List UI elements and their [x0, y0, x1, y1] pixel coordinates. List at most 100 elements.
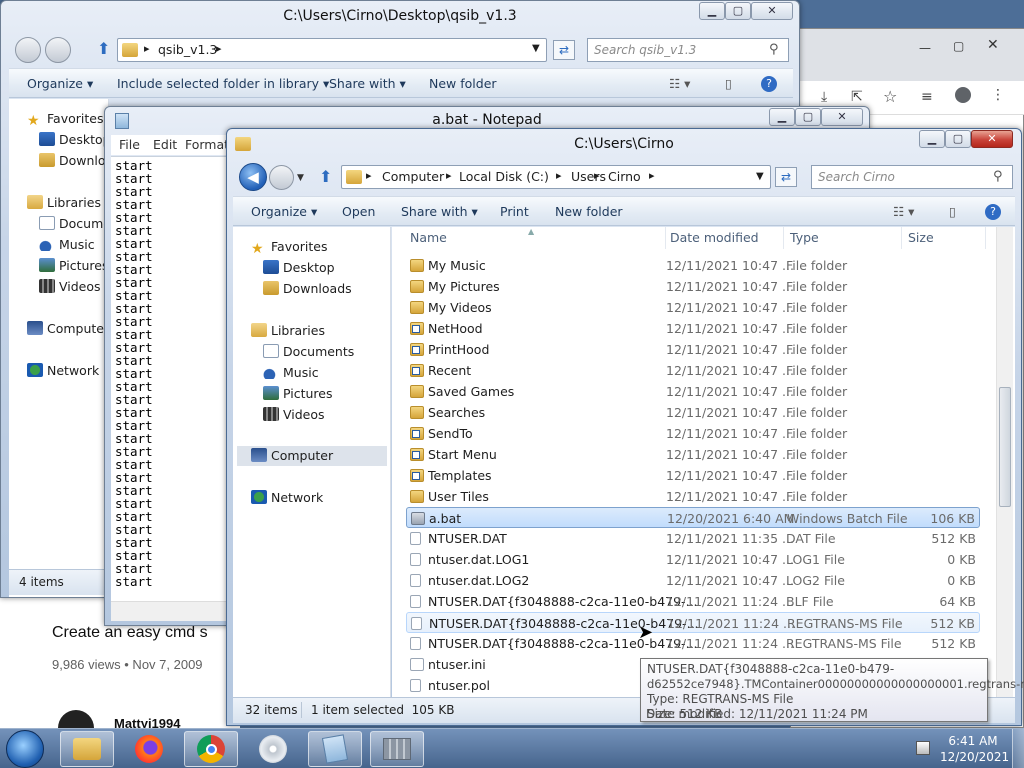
file-row[interactable]: Recent 12/11/2021 10:47 ... File folder [406, 360, 980, 381]
nav-desktop[interactable]: Desktop [263, 258, 335, 278]
column-date-modified[interactable]: Date modified [666, 227, 784, 249]
new-folder-button[interactable]: New folder [555, 197, 623, 226]
menu-file[interactable]: File [119, 135, 140, 155]
preview-pane-icon[interactable]: ▯ [949, 197, 956, 226]
breadcrumb-cirno[interactable]: Cirno [608, 169, 641, 184]
file-row[interactable]: NTUSER.DAT 12/11/2021 11:35 ... DAT File 51… [406, 528, 980, 549]
column-type[interactable]: Type [784, 227, 902, 249]
browser-close-button[interactable]: ✕ [987, 37, 999, 53]
nav-documents[interactable]: Documents [263, 342, 354, 362]
nav-libraries[interactable]: Libraries [27, 193, 101, 213]
close-button[interactable]: ✕ [971, 130, 1013, 148]
nav-favorites[interactable]: ★ Favorites [251, 237, 327, 257]
file-row[interactable]: Searches 12/11/2021 10:47 ... File folder [406, 402, 980, 423]
column-size[interactable]: Size [902, 227, 986, 249]
video-title[interactable]: Create an easy cmd s [52, 624, 208, 642]
scrollbar-thumb[interactable] [999, 387, 1011, 507]
nav-pictures[interactable]: Pictures [263, 384, 333, 404]
file-row[interactable]: Saved Games 12/11/2021 10:47 ... File fold… [406, 381, 980, 402]
share-icon[interactable]: ⇱ [851, 89, 863, 105]
close-button[interactable]: ✕ [751, 2, 793, 20]
nav-videos[interactable]: Videos [263, 405, 325, 425]
file-row[interactable]: NetHood 12/11/2021 10:47 ... File folder [406, 318, 980, 339]
refresh-icon[interactable]: ⇄ [553, 40, 575, 60]
file-row[interactable]: ntuser.dat.LOG2 12/11/2021 10:47 ... LOG2 … [406, 570, 980, 591]
taskbar-batch[interactable] [370, 731, 424, 767]
breadcrumb-computer[interactable]: Computer [382, 169, 444, 184]
file-row[interactable]: User Tiles 12/11/2021 10:47 ... File folde… [406, 486, 980, 507]
file-row[interactable]: My Pictures 12/11/2021 10:47 ... File fold… [406, 276, 980, 297]
browser-maximize-button[interactable]: ▢ [953, 39, 964, 53]
forward-button[interactable] [45, 37, 71, 63]
nav-favorites[interactable]: ★ Favorites [27, 109, 103, 129]
new-folder-button[interactable]: New folder [429, 69, 497, 98]
taskbar-explorer[interactable] [60, 731, 114, 767]
maximize-button[interactable]: ▢ [795, 108, 821, 126]
view-options-icon[interactable]: ☷ ▾ [669, 69, 690, 98]
organize-menu[interactable]: Organize ▾ [251, 197, 317, 226]
file-row[interactable]: My Music 12/11/2021 10:47 ... File folder [406, 255, 980, 276]
nav-network[interactable]: Network [27, 361, 99, 381]
file-row[interactable]: NTUSER.DAT{f3048888-c2ca-11e0-b479-... 12… [406, 612, 980, 633]
close-button[interactable]: ✕ [821, 108, 863, 126]
nav-desktop[interactable]: Desktop [39, 130, 111, 150]
view-options-icon[interactable]: ☷ ▾ [893, 197, 914, 226]
up-arrow-icon[interactable]: ⬆ [97, 39, 110, 58]
print-button[interactable]: Print [500, 197, 529, 226]
up-arrow-icon[interactable]: ⬆ [319, 167, 332, 186]
start-button[interactable] [6, 730, 44, 768]
address-dropdown-icon[interactable]: ▼ [532, 43, 540, 54]
taskbar-chrome[interactable] [184, 731, 238, 767]
nav-pictures[interactable]: Pictures [39, 256, 109, 276]
preview-pane-icon[interactable]: ▯ [725, 69, 732, 98]
minimize-button[interactable]: ▁ [699, 2, 725, 20]
breadcrumb-users[interactable]: Users [571, 169, 606, 184]
menu-format[interactable]: Format [185, 135, 229, 155]
history-dropdown-icon[interactable]: ▼ [297, 173, 304, 183]
address-dropdown-icon[interactable]: ▼ [756, 171, 764, 182]
minimize-button[interactable]: ▁ [769, 108, 795, 126]
network-tray-icon[interactable] [916, 741, 930, 755]
profile-avatar-icon[interactable] [955, 87, 971, 103]
file-row[interactable]: a.bat 12/20/2021 6:40 AM Windows Batch Fil… [406, 507, 980, 528]
organize-menu[interactable]: Organize ▾ [27, 69, 93, 98]
nav-computer[interactable]: Computer [27, 319, 109, 339]
nav-downloads[interactable]: Downloa [39, 151, 113, 171]
breadcrumb-local-disk[interactable]: Local Disk (C:) [459, 169, 549, 184]
vertical-scrollbar[interactable] [996, 227, 1013, 697]
file-row[interactable]: SendTo 12/11/2021 10:47 ... File folder [406, 423, 980, 444]
search-input[interactable]: Search qsib_v1.3 [587, 38, 789, 62]
bookmark-star-icon[interactable]: ☆ [883, 87, 897, 106]
column-name[interactable]: Name ▲ [404, 227, 666, 249]
nav-libraries[interactable]: Libraries [251, 321, 325, 341]
help-icon[interactable]: ? [761, 76, 777, 92]
file-row[interactable]: My Videos 12/11/2021 10:47 ... File folder [406, 297, 980, 318]
search-icon[interactable]: ⚲ [769, 42, 779, 57]
download-icon[interactable]: ⤓ [821, 89, 827, 105]
taskbar-notepad[interactable] [308, 731, 362, 767]
file-row[interactable]: NTUSER.DAT{f3048888-c2ca-11e0-b479-... 12… [406, 633, 980, 654]
minimize-button[interactable]: ▁ [919, 130, 945, 148]
show-desktop-button[interactable] [1012, 729, 1024, 768]
forward-button[interactable] [269, 165, 294, 190]
address-bar[interactable]: ▸ qsib_v1.3 ▸ ▼ [117, 38, 547, 62]
back-button[interactable]: ◀ [239, 163, 267, 191]
taskbar-media-player[interactable] [246, 731, 300, 767]
menu-edit[interactable]: Edit [153, 135, 177, 155]
nav-downloads[interactable]: Downloads [263, 279, 352, 299]
search-icon[interactable]: ⚲ [993, 169, 1003, 184]
nav-documents[interactable]: Docume [39, 214, 111, 234]
breadcrumb-qsib[interactable]: qsib_v1.3 [158, 42, 217, 57]
back-button[interactable] [15, 37, 41, 63]
search-input[interactable]: Search Cirno [811, 165, 1013, 189]
file-row[interactable]: PrintHood 12/11/2021 10:47 ... File folder [406, 339, 980, 360]
chrome-menu-icon[interactable]: ⋮ [991, 87, 1005, 103]
nav-music[interactable]: Music [39, 235, 95, 255]
refresh-icon[interactable]: ⇄ [775, 167, 797, 187]
browser-minimize-button[interactable]: — [919, 41, 931, 55]
file-row[interactable]: Templates 12/11/2021 10:47 ... File folder [406, 465, 980, 486]
taskbar-firefox[interactable] [122, 731, 176, 767]
nav-videos[interactable]: Videos [39, 277, 101, 297]
maximize-button[interactable]: ▢ [945, 130, 971, 148]
file-row[interactable]: ntuser.dat.LOG1 12/11/2021 10:47 ... LOG1 … [406, 549, 980, 570]
